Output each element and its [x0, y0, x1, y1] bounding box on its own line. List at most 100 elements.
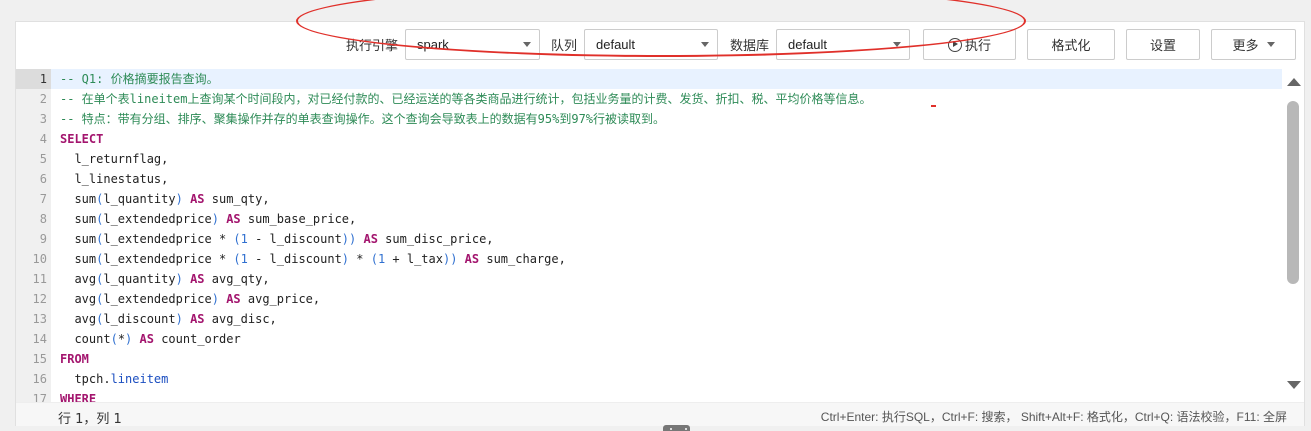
code-token: lineitem: [110, 372, 169, 386]
annotation-mark: [931, 105, 936, 107]
chevron-down-icon: [893, 42, 901, 47]
code-token: 1: [240, 232, 248, 246]
cursor-position: 行 1，列 1: [58, 412, 122, 427]
code-token: l_extendedprice *: [103, 232, 234, 246]
code-token: sum: [60, 192, 97, 206]
chevron-down-icon: [1266, 42, 1275, 47]
code-token: SELECT: [60, 132, 104, 146]
line-number-gutter: 1 2 3 4 5 6 7 8 9 10 11 12 13 14 15 16 17: [16, 69, 51, 402]
code-token: tpch.: [60, 372, 111, 386]
code-token: (: [233, 232, 241, 246]
chevron-down-icon: [701, 42, 709, 47]
code-token: *: [117, 332, 126, 346]
code-token: (: [233, 252, 241, 266]
code-token: ): [211, 212, 219, 226]
code-token: + l_tax: [385, 252, 443, 266]
code-line[interactable]: avg(l_extendedprice) AS avg_price,: [51, 289, 1282, 309]
code-token: l_returnflag,: [60, 152, 169, 166]
code-token: sum_disc_price,: [377, 232, 494, 246]
code-token: avg: [60, 292, 97, 306]
code-token: -- 在单个表lineitem上查询某个时间段内，对已经付款的、已经运送的等各类…: [60, 92, 872, 106]
code-line[interactable]: WHERE: [51, 389, 1282, 402]
line-number: 10: [32, 252, 47, 266]
line-number: 3: [39, 112, 47, 126]
code-token: ): [175, 312, 183, 326]
code-token: sum_charge,: [479, 252, 566, 266]
line-number: 17: [32, 392, 47, 402]
settings-button-label: 设置: [1149, 39, 1176, 54]
code-line[interactable]: avg(l_discount) AS avg_disc,: [51, 309, 1282, 329]
code-token: l_linestatus,: [60, 172, 169, 186]
code-token: avg: [60, 272, 97, 286]
code-token: - l_discount: [247, 232, 342, 246]
scroll-up-arrow-icon[interactable]: [1287, 78, 1301, 86]
line-number: 16: [32, 372, 47, 386]
code-token: sum: [60, 212, 97, 226]
code-token: )): [341, 232, 357, 246]
code-token: FROM: [60, 352, 89, 366]
code-line[interactable]: -- 在单个表lineitem上查询某个时间段内，对已经付款的、已经运送的等各类…: [51, 89, 1282, 109]
code-token: - l_discount: [247, 252, 342, 266]
code-line[interactable]: tpch.lineitem: [51, 369, 1282, 389]
code-line[interactable]: sum(l_extendedprice) AS sum_base_price,: [51, 209, 1282, 229]
format-button[interactable]: 格式化: [1027, 29, 1115, 60]
line-number: 11: [32, 272, 47, 286]
engine-label: 执行引擎: [346, 39, 399, 54]
code-token: sum: [60, 232, 97, 246]
run-button[interactable]: 执行: [923, 29, 1016, 60]
code-line[interactable]: l_returnflag,: [51, 149, 1282, 169]
scroll-down-arrow-icon[interactable]: [1287, 381, 1301, 389]
shortcut-hints: Ctrl+Enter: 执行SQL，Ctrl+F: 搜索， Shift+Alt+…: [820, 410, 1287, 424]
code-token: count_order: [153, 332, 241, 346]
code-editor[interactable]: 1 2 3 4 5 6 7 8 9 10 11 12 13 14 15 16 17 -- Q1: 价格摘要报告查…: [16, 69, 1304, 402]
line-number: 14: [32, 332, 47, 346]
code-line[interactable]: FROM: [51, 349, 1282, 369]
settings-button[interactable]: 设置: [1126, 29, 1200, 60]
scrollbar-thumb[interactable]: [1287, 101, 1299, 284]
database-select[interactable]: default: [776, 29, 910, 60]
engine-select-value: spark: [417, 37, 449, 52]
code-line[interactable]: sum(l_extendedprice * (1 - l_discount)) …: [51, 229, 1282, 249]
code-token: AS: [464, 252, 480, 266]
code-line[interactable]: sum(l_quantity) AS sum_qty,: [51, 189, 1282, 209]
more-button[interactable]: 更多: [1211, 29, 1296, 60]
vertical-scrollbar[interactable]: [1282, 69, 1304, 402]
code-token: ): [175, 272, 183, 286]
code-line[interactable]: avg(l_quantity) AS avg_qty,: [51, 269, 1282, 289]
code-line[interactable]: l_linestatus,: [51, 169, 1282, 189]
resize-handle[interactable]: [663, 425, 690, 431]
database-select-value: default: [788, 37, 828, 52]
code-line[interactable]: sum(l_extendedprice * (1 - l_discount) *…: [51, 249, 1282, 269]
code-token: ): [175, 192, 183, 206]
code-token: AS: [226, 212, 241, 226]
play-circle-icon: [947, 37, 962, 52]
line-number: 9: [39, 232, 47, 246]
sql-editor-panel: 执行引擎 spark 队列 default 数据库 default 执行 格式化…: [15, 21, 1305, 427]
engine-select[interactable]: spark: [405, 29, 540, 60]
more-button-label: 更多: [1232, 39, 1259, 54]
code-token: *: [349, 252, 371, 266]
code-token: l_quantity: [103, 272, 176, 286]
code-token: avg_price,: [240, 292, 321, 306]
line-number: 1: [16, 69, 51, 89]
code-line[interactable]: count(*) AS count_order: [51, 329, 1282, 349]
code-token: avg_qty,: [204, 272, 270, 286]
code-line[interactable]: SELECT: [51, 129, 1282, 149]
code-line[interactable]: -- 特点：带有分组、排序、聚集操作并存的单表查询操作。这个查询会导致表上的数据…: [51, 109, 1282, 129]
code-token: l_discount: [103, 312, 176, 326]
code-area[interactable]: -- Q1: 价格摘要报告查询。 -- 在单个表lineitem上查询某个时间段内…: [51, 69, 1282, 402]
code-token: ): [341, 252, 350, 266]
queue-select[interactable]: default: [584, 29, 718, 60]
code-token: sum_qty,: [204, 192, 270, 206]
run-button-label: 执行: [964, 39, 991, 54]
line-number: 8: [39, 212, 47, 226]
line-number: 7: [39, 192, 47, 206]
code-token: avg: [60, 312, 97, 326]
code-token: AS: [190, 192, 205, 206]
code-line[interactable]: -- Q1: 价格摘要报告查询。: [51, 69, 1282, 89]
database-label: 数据库: [730, 39, 770, 54]
